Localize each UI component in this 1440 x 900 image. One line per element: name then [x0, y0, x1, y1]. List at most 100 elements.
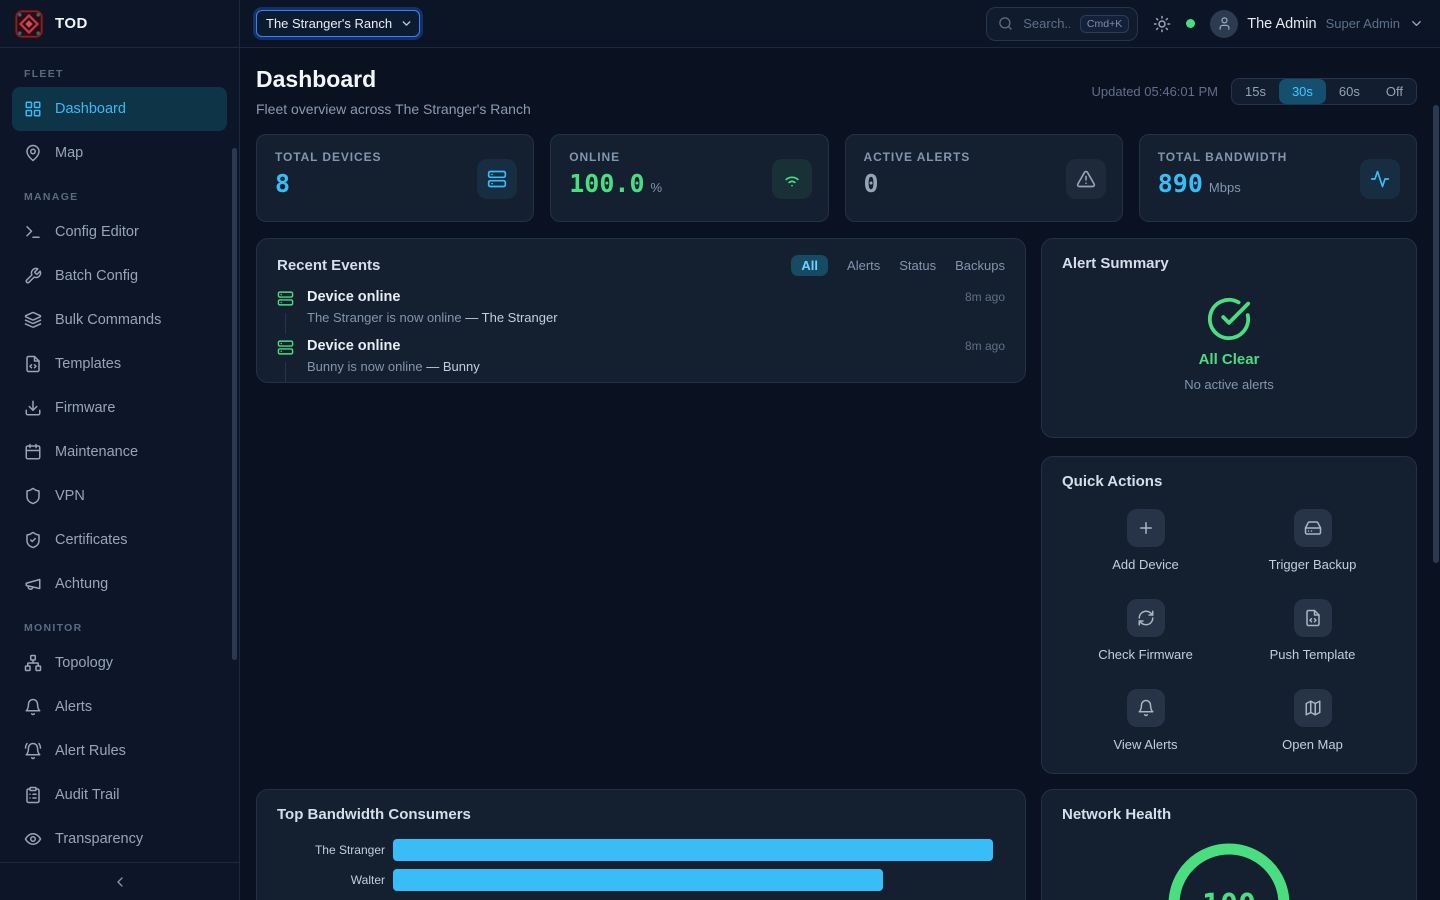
- bell-icon: [24, 698, 42, 716]
- user-name: The Admin: [1247, 16, 1316, 32]
- chart-category-label: The Stranger: [277, 843, 393, 857]
- search-box[interactable]: Cmd+K: [986, 7, 1138, 41]
- stat-value: 8: [275, 171, 290, 196]
- quick-actions-panel: Quick Actions Add Device: [1041, 456, 1417, 774]
- page-subtitle: Fleet overview across The Stranger's Ran…: [256, 101, 531, 117]
- search-icon: [998, 16, 1013, 31]
- sidebar-item-achtung[interactable]: Achtung: [12, 562, 227, 606]
- page-header: Dashboard Fleet overview across The Stra…: [256, 66, 1417, 117]
- layers-icon: [24, 311, 42, 329]
- section-label-manage: MANAGE: [24, 191, 215, 203]
- connection-status-dot: [1186, 19, 1195, 28]
- sidebar-item-firmware[interactable]: Firmware: [12, 386, 227, 430]
- page-title: Dashboard: [256, 66, 531, 93]
- tab-alerts[interactable]: Alerts: [847, 258, 880, 273]
- hard-drive-icon: [1294, 509, 1332, 547]
- sidebar-item-alert-rules[interactable]: Alert Rules: [12, 729, 227, 773]
- sidebar-item-label: Maintenance: [55, 444, 138, 460]
- search-input[interactable]: [1021, 15, 1072, 32]
- server-icon: [277, 339, 294, 356]
- trigger-backup-button[interactable]: Trigger Backup: [1229, 509, 1396, 572]
- network-health-title: Network Health: [1062, 806, 1171, 823]
- brand-logo-icon: [14, 9, 44, 39]
- recent-events-panel: Recent Events All Alerts Status Backups: [256, 238, 1026, 383]
- sidebar-item-label: Achtung: [55, 576, 108, 592]
- main-scrollbar-thumb[interactable]: [1433, 105, 1439, 563]
- timeline-connector: [285, 362, 286, 383]
- event-description: The Stranger is now online — The Strange…: [307, 310, 1005, 325]
- bandwidth-chart-title: Top Bandwidth Consumers: [277, 806, 471, 823]
- sidebar: TOD FLEET Dashboard Map MANAGE: [0, 0, 240, 900]
- topbar: The Stranger's Ranch Cmd+K: [240, 0, 1440, 48]
- refresh-option-15s[interactable]: 15s: [1232, 79, 1279, 104]
- add-device-button[interactable]: Add Device: [1062, 509, 1229, 572]
- network-health-value: 100: [1202, 888, 1256, 900]
- theme-toggle-button[interactable]: [1153, 15, 1171, 33]
- chart-row: The Stranger: [277, 839, 1005, 861]
- server-icon: [477, 159, 517, 199]
- bell-icon: [1127, 689, 1165, 727]
- refresh-option-off[interactable]: Off: [1373, 79, 1416, 104]
- check-firmware-button[interactable]: Check Firmware: [1062, 599, 1229, 662]
- sidebar-item-alerts[interactable]: Alerts: [12, 685, 227, 729]
- fleet-selector[interactable]: The Stranger's Ranch: [256, 10, 420, 37]
- event-device-name: — Bunny: [426, 359, 479, 374]
- tab-status[interactable]: Status: [899, 258, 936, 273]
- chevron-left-icon[interactable]: [112, 874, 128, 890]
- server-icon: [277, 290, 294, 307]
- sidebar-item-batch-config[interactable]: Batch Config: [12, 254, 227, 298]
- sidebar-item-dashboard[interactable]: Dashboard: [12, 87, 227, 131]
- sidebar-item-label: Alert Rules: [55, 743, 126, 759]
- topbar-right: Cmd+K The Admin Super Admin: [986, 7, 1424, 41]
- search-shortcut-badge: Cmd+K: [1080, 15, 1129, 33]
- sidebar-scrollbar-thumb[interactable]: [232, 148, 237, 660]
- sidebar-collapse-bar: [0, 862, 239, 900]
- bandwidth-chart-panel: Top Bandwidth Consumers The Stranger Wal…: [256, 789, 1026, 900]
- sidebar-item-audit-trail[interactable]: Audit Trail: [12, 773, 227, 817]
- push-template-button[interactable]: Push Template: [1229, 599, 1396, 662]
- chart-track: [393, 869, 1005, 891]
- app-root: TOD FLEET Dashboard Map MANAGE: [0, 0, 1440, 900]
- sidebar-item-label: Certificates: [55, 532, 128, 548]
- refresh-option-60s[interactable]: 60s: [1326, 79, 1373, 104]
- event-time: 8m ago: [965, 339, 1005, 353]
- sidebar-item-vpn[interactable]: VPN: [12, 474, 227, 518]
- brand-name: TOD: [55, 15, 88, 32]
- sidebar-item-map[interactable]: Map: [12, 131, 227, 175]
- stat-card-online: ONLINE 100.0 %: [550, 134, 828, 222]
- sidebar-item-transparency[interactable]: Transparency: [12, 817, 227, 861]
- recent-events-title: Recent Events: [277, 257, 380, 274]
- sidebar-item-label: Alerts: [55, 699, 92, 715]
- event-device-name: — The Stranger: [465, 310, 557, 325]
- user-menu[interactable]: The Admin Super Admin: [1210, 10, 1424, 38]
- network-health-panel: Network Health 100: [1041, 789, 1417, 900]
- refresh-option-30s[interactable]: 30s: [1279, 79, 1326, 104]
- tab-backups[interactable]: Backups: [955, 258, 1005, 273]
- stat-value: 0: [864, 171, 879, 196]
- sidebar-item-certificates[interactable]: Certificates: [12, 518, 227, 562]
- user-role: Super Admin: [1326, 16, 1400, 31]
- chart-track: [393, 839, 1005, 861]
- content-right-column: Alert Summary All Clear No active alerts…: [1041, 238, 1417, 900]
- open-map-button[interactable]: Open Map: [1229, 689, 1396, 752]
- view-alerts-button[interactable]: View Alerts: [1062, 689, 1229, 752]
- tab-all[interactable]: All: [791, 255, 828, 276]
- event-title: Device online: [307, 289, 400, 305]
- sidebar-item-config-editor[interactable]: Config Editor: [12, 210, 227, 254]
- alert-summary-title: Alert Summary: [1062, 255, 1396, 272]
- file-code-icon: [24, 355, 42, 373]
- download-icon: [24, 399, 42, 417]
- section-label-fleet: FLEET: [24, 68, 215, 80]
- sidebar-item-templates[interactable]: Templates: [12, 342, 227, 386]
- sidebar-item-label: Transparency: [55, 831, 143, 847]
- sidebar-item-label: Audit Trail: [55, 787, 119, 803]
- sidebar-item-label: Topology: [55, 655, 113, 671]
- bandwidth-chart: The Stranger Walter: [277, 839, 1005, 891]
- sidebar-item-topology[interactable]: Topology: [12, 641, 227, 685]
- activity-icon: [1360, 159, 1400, 199]
- chevron-down-icon: [1409, 16, 1424, 31]
- layout-dashboard-icon: [24, 100, 42, 118]
- sidebar-item-bulk-commands[interactable]: Bulk Commands: [12, 298, 227, 342]
- file-code-icon: [1294, 599, 1332, 637]
- sidebar-item-maintenance[interactable]: Maintenance: [12, 430, 227, 474]
